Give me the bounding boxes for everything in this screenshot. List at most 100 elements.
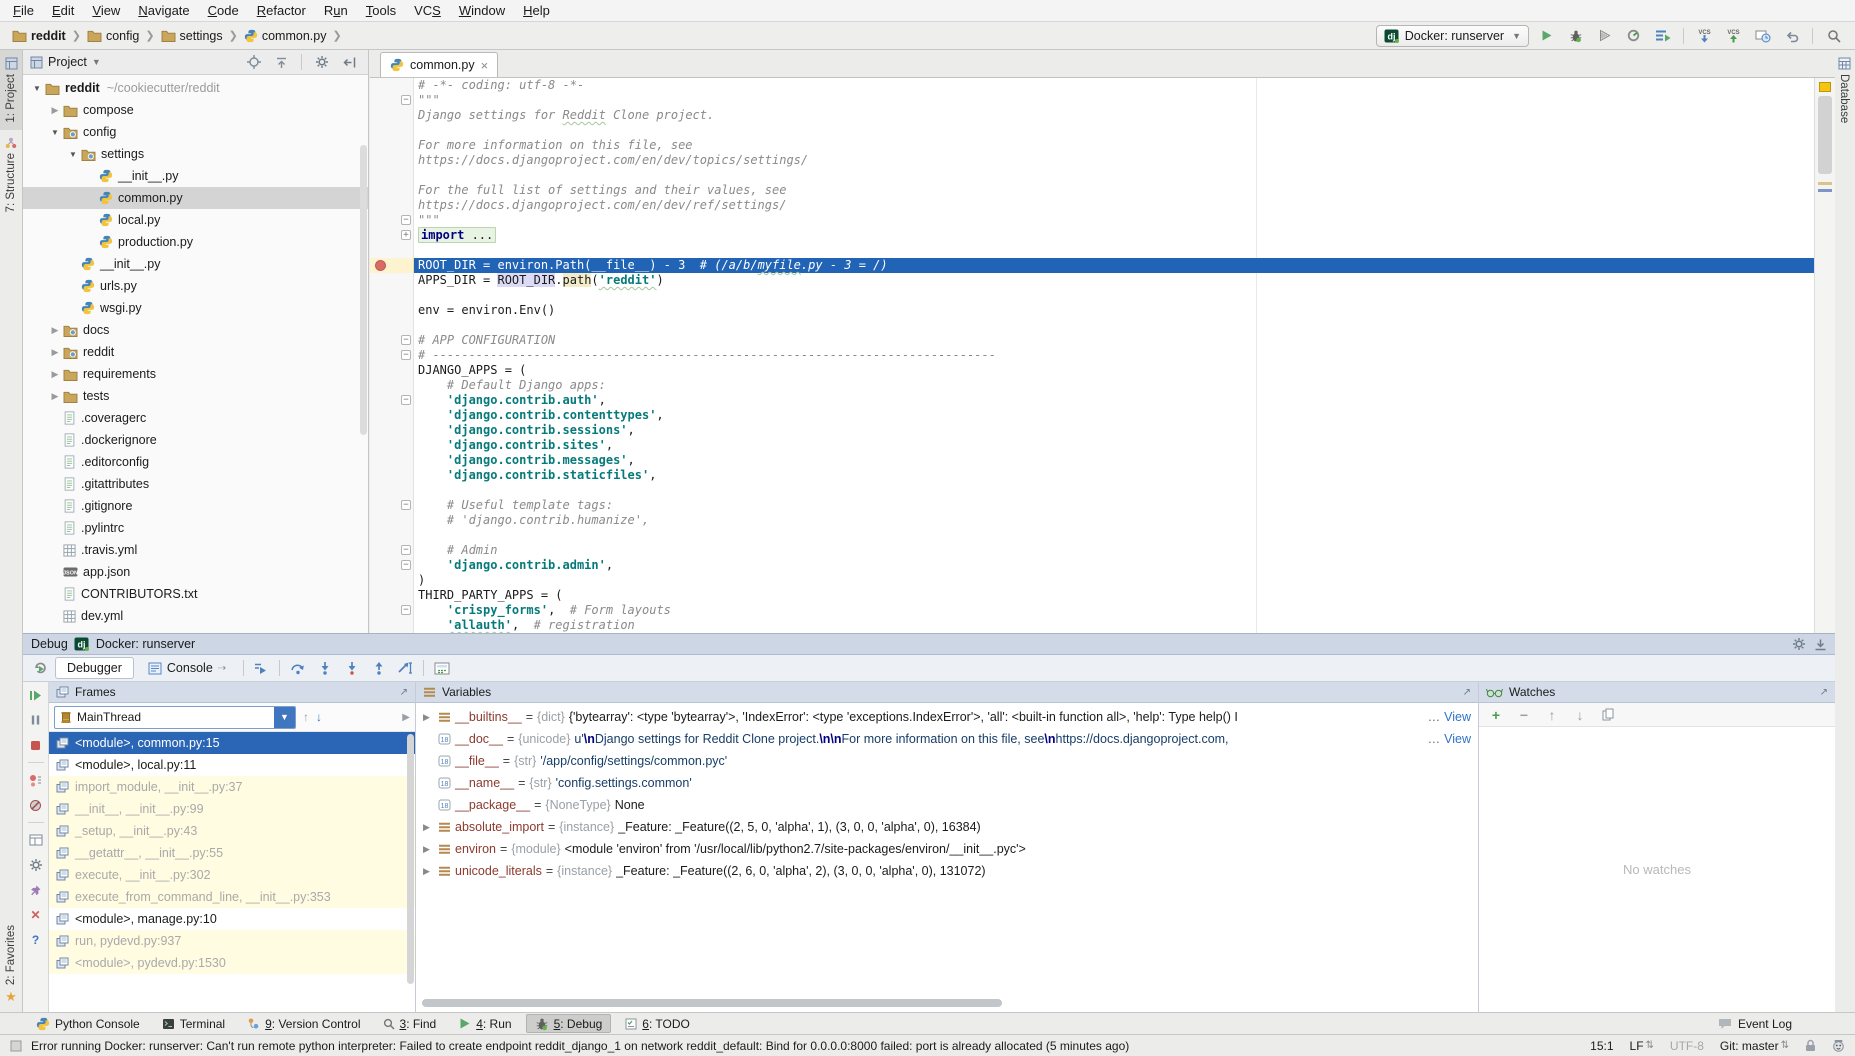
run-button[interactable] (1535, 25, 1558, 46)
editor-gutter[interactable]: − (370, 348, 414, 363)
remove-watch-button[interactable]: − (1516, 707, 1532, 723)
move-watch-down-button[interactable]: ↓ (1572, 707, 1588, 723)
editor-gutter[interactable] (370, 183, 414, 198)
editor-error-stripe[interactable] (1814, 78, 1835, 633)
locate-file-button[interactable] (242, 52, 265, 73)
thread-select[interactable]: MainThread ▼ (54, 706, 296, 729)
variable-row-__doc__[interactable]: 18__doc__ = {unicode} u'\nDjango setting… (416, 728, 1478, 750)
tab-debugger[interactable]: Debugger (55, 657, 134, 679)
breadcrumb-config[interactable]: config (85, 28, 141, 44)
breakpoint-icon[interactable] (375, 260, 386, 271)
collapse-all-button[interactable] (270, 52, 293, 73)
menu-vcs[interactable]: VCS (405, 1, 450, 20)
step-into-button[interactable] (312, 657, 337, 679)
editor-gutter[interactable] (370, 483, 414, 498)
fold-marker-icon[interactable]: − (401, 350, 411, 360)
fold-marker-icon[interactable]: − (401, 395, 411, 405)
fold-marker-icon[interactable]: − (401, 560, 411, 570)
tree-item-common-py[interactable]: common.py (23, 187, 368, 209)
editor-gutter[interactable] (370, 243, 414, 258)
step-over-button[interactable] (285, 657, 310, 679)
tree-item-urls-py[interactable]: urls.py (23, 275, 368, 297)
tree-item--pylintrc[interactable]: .pylintrc (23, 517, 368, 539)
tree-item-docs[interactable]: ▶docs (23, 319, 368, 341)
tree-item--editorconfig[interactable]: .editorconfig (23, 451, 368, 473)
toolwindow-terminal[interactable]: Terminal (154, 1014, 233, 1033)
frame-row[interactable]: <module>, local.py:11 (49, 754, 415, 776)
editor-gutter[interactable]: − (370, 558, 414, 573)
git-branch-select[interactable]: Git: master⇅ (1720, 1039, 1789, 1053)
move-watch-up-button[interactable]: ↑ (1544, 707, 1560, 723)
tree-item-production-py[interactable]: production.py (23, 231, 368, 253)
tree-item-settings[interactable]: ▼settings (23, 143, 368, 165)
lock-icon[interactable] (1805, 1039, 1816, 1052)
editor-gutter[interactable] (370, 438, 414, 453)
toolwindow-database-button[interactable]: Database (1833, 50, 1855, 130)
run-config-select[interactable]: dj Docker: runserver ▼ (1376, 25, 1529, 47)
duplicate-watch-button[interactable] (1600, 707, 1616, 723)
stop-button[interactable] (27, 737, 45, 753)
menu-view[interactable]: View (83, 1, 129, 20)
tree-item--coveragerc[interactable]: .coveragerc (23, 407, 368, 429)
code-area[interactable]: # -*- coding: utf-8 -*-−"""Django settin… (370, 78, 1835, 633)
editor-gutter[interactable] (370, 198, 414, 213)
editor-gutter[interactable] (370, 453, 414, 468)
expand-toggle-icon[interactable]: ▶ (423, 822, 434, 833)
line-separator-select[interactable]: LF⇅ (1630, 1039, 1654, 1053)
folded-import-region[interactable]: import ... (418, 227, 496, 243)
fold-marker-icon[interactable]: − (401, 545, 411, 555)
debug-button[interactable] (1564, 25, 1587, 46)
menu-file[interactable]: File (4, 1, 43, 20)
toolwindow-structure-button[interactable]: 7: Structure (0, 130, 22, 219)
editor-gutter[interactable]: − (370, 93, 414, 108)
fold-marker-icon[interactable]: + (401, 230, 411, 240)
tree-item--dockerignore[interactable]: .dockerignore (23, 429, 368, 451)
frame-row[interactable]: <module>, manage.py:10 (49, 908, 415, 930)
view-link[interactable]: View (1440, 732, 1471, 746)
breadcrumb-settings[interactable]: settings (159, 28, 225, 44)
tree-item-app-json[interactable]: JSONapp.json (23, 561, 368, 583)
menu-code[interactable]: Code (199, 1, 248, 20)
debugger-settings-button[interactable] (27, 857, 45, 873)
tree-item-config[interactable]: ▼config (23, 121, 368, 143)
evaluate-expression-button[interactable] (429, 657, 454, 679)
toolwindow-3-find[interactable]: 3: Find (375, 1014, 445, 1033)
breadcrumb-reddit[interactable]: reddit (10, 28, 68, 44)
previous-frame-button[interactable]: ↑ (303, 710, 309, 724)
show-execution-point-button[interactable] (249, 657, 274, 679)
vcs-update-button[interactable]: VCS (1693, 25, 1716, 46)
float-panel-icon[interactable]: ↗ (1463, 687, 1471, 698)
variable-row-absolute_import[interactable]: ▶absolute_import = {instance} _Feature: … (416, 816, 1478, 838)
project-settings-button[interactable] (310, 52, 333, 73)
toolwindow-project-button[interactable]: 1: Project (0, 50, 22, 130)
frame-row[interactable]: __init__, __init__.py:99 (49, 798, 415, 820)
view-breakpoints-button[interactable] (27, 772, 45, 788)
editor-gutter[interactable] (370, 468, 414, 483)
editor-gutter[interactable]: − (370, 543, 414, 558)
tree-toggle-icon[interactable]: ▼ (67, 150, 79, 159)
tree-toggle-icon[interactable]: ▶ (49, 325, 61, 336)
editor-gutter[interactable] (370, 363, 414, 378)
tab-console[interactable]: Console ⇢ (136, 657, 238, 679)
expand-toggle-icon[interactable]: ▶ (423, 712, 434, 723)
editor-gutter[interactable]: − (370, 393, 414, 408)
profiler-button[interactable] (1622, 25, 1645, 46)
editor-gutter[interactable] (370, 258, 414, 273)
tree-item-wsgi-py[interactable]: wsgi.py (23, 297, 368, 319)
status-message[interactable]: Error running Docker: runserver: Can't r… (31, 1039, 1129, 1053)
frame-row[interactable]: <module>, pydevd.py:1530 (49, 952, 415, 974)
variable-row-__name__[interactable]: 18__name__ = {str} 'config.settings.comm… (416, 772, 1478, 794)
menu-refactor[interactable]: Refactor (248, 1, 315, 20)
editor-gutter[interactable] (370, 378, 414, 393)
frame-row[interactable]: execute, __init__.py:302 (49, 864, 415, 886)
rollback-button[interactable] (1780, 25, 1803, 46)
frame-row[interactable]: <module>, common.py:15 (49, 732, 415, 754)
recent-changes-button[interactable] (1751, 25, 1774, 46)
tree-item--travis-yml[interactable]: .travis.yml (23, 539, 368, 561)
fold-marker-icon[interactable]: − (401, 500, 411, 510)
tree-item-CONTRIBUTORS-txt[interactable]: CONTRIBUTORS.txt (23, 583, 368, 605)
tree-item-compose[interactable]: ▶compose (23, 99, 368, 121)
frames-scrollbar[interactable] (407, 734, 414, 984)
variable-row-__builtins__[interactable]: ▶__builtins__ = {dict} {'bytearray': <ty… (416, 706, 1478, 728)
toolwindow-favorites-button[interactable]: 2: Favorites ★ (0, 918, 22, 1012)
